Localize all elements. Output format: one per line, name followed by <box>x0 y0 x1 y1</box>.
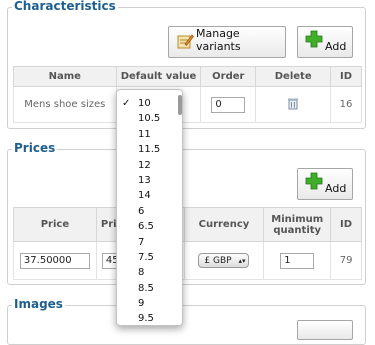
column-header-id: ID <box>330 66 362 87</box>
characteristics-legend: Characteristics <box>12 0 118 13</box>
characteristics-add-label: Add <box>325 40 347 53</box>
dropdown-option[interactable]: 13 <box>117 173 182 188</box>
dropdown-option[interactable]: 7 <box>117 235 182 250</box>
table-row: Mens shoe sizes 0 16 <box>13 86 362 123</box>
trash-icon[interactable] <box>287 97 299 113</box>
column-header-id: ID <box>330 207 362 242</box>
dropdown-option[interactable]: 7.5 <box>117 250 182 265</box>
dropdown-option[interactable]: 6.5 <box>117 219 182 234</box>
prices-add-label: Add <box>325 182 347 195</box>
column-header-currency: Currency <box>183 207 265 242</box>
delete-cell <box>255 86 332 123</box>
characteristics-panel: Characteristics Manage variants Add Name… <box>7 0 366 129</box>
order-cell: 0 <box>200 86 257 123</box>
dropdown-option[interactable]: ✓ 10 <box>117 96 182 111</box>
table-row: 37.50000 45 £ GBP ▴▾ 1 79 <box>13 241 362 280</box>
dropdown-option[interactable]: 8 <box>117 265 182 280</box>
dropdown-option[interactable]: 11 <box>117 127 182 142</box>
currency-select[interactable]: £ GBP ▴▾ <box>198 253 250 268</box>
dropdown-option[interactable]: 8.5 <box>117 281 182 296</box>
checkmark-icon: ✓ <box>122 98 131 109</box>
order-input[interactable]: 0 <box>211 96 246 113</box>
prices-panel: Prices Add Price Pri Currency Minimum qu… <box>7 141 366 285</box>
min-quantity-input[interactable]: 1 <box>280 252 315 269</box>
images-panel: Images <box>7 297 366 345</box>
dropdown-option[interactable]: 12 <box>117 158 182 173</box>
column-header-order: Order <box>200 66 257 87</box>
dropdown-option[interactable]: 14 <box>117 188 182 203</box>
manage-variants-label: Manage variants <box>196 27 241 53</box>
dropdown-option[interactable]: 9 <box>117 296 182 311</box>
add-icon <box>304 171 324 194</box>
characteristic-id: 16 <box>330 86 362 123</box>
dropdown-option[interactable]: 11.5 <box>117 142 182 157</box>
manage-variants-button[interactable]: Manage variants <box>168 26 286 58</box>
column-header-default-value: Default value <box>115 66 202 87</box>
price-cell: 37.50000 <box>13 241 97 280</box>
prices-table: Price Pri Currency Minimum quantity ID 3… <box>13 207 362 280</box>
price-id: 79 <box>330 241 362 280</box>
dropdown-option[interactable]: 10.5 <box>117 111 182 126</box>
currency-cell: £ GBP ▴▾ <box>183 241 265 280</box>
dropdown-option[interactable]: 9.5 <box>117 311 182 326</box>
column-header-price: Price <box>13 207 97 242</box>
images-legend: Images <box>12 297 65 311</box>
prices-add-button[interactable]: Add <box>297 168 353 200</box>
add-icon <box>304 29 324 52</box>
default-value-dropdown[interactable]: ✓ 10 10.5 11 11.5 12 13 14 6 6.5 7 7.5 8 … <box>116 89 183 326</box>
column-header-name: Name <box>13 66 117 87</box>
min-qty-cell: 1 <box>263 241 332 280</box>
column-header-delete: Delete <box>255 66 332 87</box>
characteristic-name: Mens shoe sizes <box>13 86 117 123</box>
dropdown-option[interactable]: 6 <box>117 204 182 219</box>
price-input[interactable]: 37.50000 <box>19 252 90 269</box>
images-add-button[interactable] <box>297 320 353 340</box>
select-arrows-icon: ▴▾ <box>238 257 246 265</box>
characteristics-table: Name Default value Order Delete ID Mens … <box>13 66 362 123</box>
column-header-minimum-quantity: Minimum quantity <box>263 207 332 242</box>
edit-icon <box>176 32 194 53</box>
prices-legend: Prices <box>12 141 58 155</box>
characteristics-add-button[interactable]: Add <box>297 26 353 58</box>
